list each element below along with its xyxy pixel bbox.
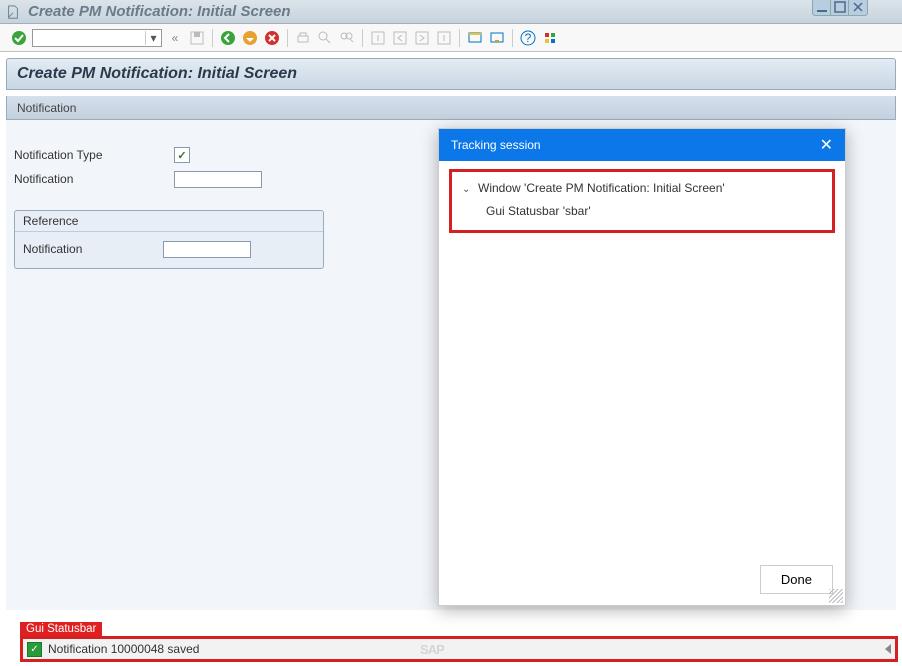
notification-label: Notification [14,172,174,186]
window-controls [812,0,868,16]
find-button[interactable] [316,29,334,47]
app-toolbar: ▾ « ? [0,24,902,52]
first-page-button[interactable] [369,29,387,47]
settings-button[interactable] [541,29,559,47]
statusbar-callout-label: Gui Statusbar [20,622,102,636]
help-button[interactable]: ? [519,29,537,47]
cancel-button[interactable] [263,29,281,47]
dropdown-arrow-icon[interactable]: ▾ [145,31,161,45]
tree-highlight: ⌄ Window 'Create PM Notification: Initia… [449,169,835,233]
back-button[interactable] [219,29,237,47]
ref-notification-label: Notification [23,242,163,256]
exit-button[interactable] [241,29,259,47]
tree-node-label: Gui Statusbar 'sbar' [486,204,591,218]
dialog-body: ⌄ Window 'Create PM Notification: Initia… [439,161,845,553]
status-message: Notification 10000048 saved [48,642,199,656]
dialog-titlebar: Tracking session ✕ [439,129,845,161]
toolbar-separator [212,29,213,47]
reference-groupbox: Reference Notification [14,210,324,269]
resize-grip[interactable] [829,589,843,603]
tree-node-label: Window 'Create PM Notification: Initial … [478,181,725,195]
toolbar-separator [459,29,460,47]
gui-statusbar: ✓ Notification 10000048 saved SAP [20,636,898,662]
screen-header: Create PM Notification: Initial Screen [6,58,896,90]
maximize-button[interactable] [831,0,849,15]
reference-title: Reference [15,211,323,232]
dialog-title: Tracking session [451,138,541,152]
page-icon [6,5,20,19]
layout-button[interactable] [488,29,506,47]
tab-label: Notification [17,101,76,115]
notification-field[interactable] [174,171,262,188]
close-button[interactable] [849,0,867,15]
toolbar-separator [287,29,288,47]
row-ref-notification: Notification [23,238,315,260]
print-button[interactable] [294,29,312,47]
tree-node-window[interactable]: ⌄ Window 'Create PM Notification: Initia… [456,176,828,199]
prev-page-button[interactable] [391,29,409,47]
svg-text:?: ? [525,31,532,45]
window-title: Create PM Notification: Initial Screen [28,3,896,20]
find-next-button[interactable] [338,29,356,47]
new-session-button[interactable] [466,29,484,47]
notification-type-checkbox[interactable]: ✓ [174,147,190,163]
tree-node-statusbar[interactable]: Gui Statusbar 'sbar' [456,199,828,222]
chevron-down-icon[interactable]: ⌄ [462,184,470,195]
dialog-footer: Done [439,553,845,605]
save-button[interactable] [188,29,206,47]
tab-notification[interactable]: Notification [6,96,896,120]
done-button[interactable]: Done [760,565,833,594]
window-title-bar: Create PM Notification: Initial Screen [0,0,902,24]
notification-type-label: Notification Type [14,148,174,162]
close-icon[interactable]: ✕ [820,135,833,155]
toolbar-separator [512,29,513,47]
last-page-button[interactable] [435,29,453,47]
toolbar-separator [362,29,363,47]
next-page-button[interactable] [413,29,431,47]
minimize-button[interactable] [813,0,831,15]
tracking-session-dialog: Tracking session ✕ ⌄ Window 'Create PM N… [438,128,846,606]
ref-notification-field[interactable] [163,241,251,258]
command-field[interactable]: ▾ [32,29,162,47]
accept-button[interactable] [10,29,28,47]
status-expand-icon[interactable] [885,644,891,654]
sap-logo: SAP [420,642,444,657]
success-icon: ✓ [27,642,42,657]
collapse-icon[interactable]: « [166,29,184,47]
page-title: Create PM Notification: Initial Screen [17,65,885,83]
